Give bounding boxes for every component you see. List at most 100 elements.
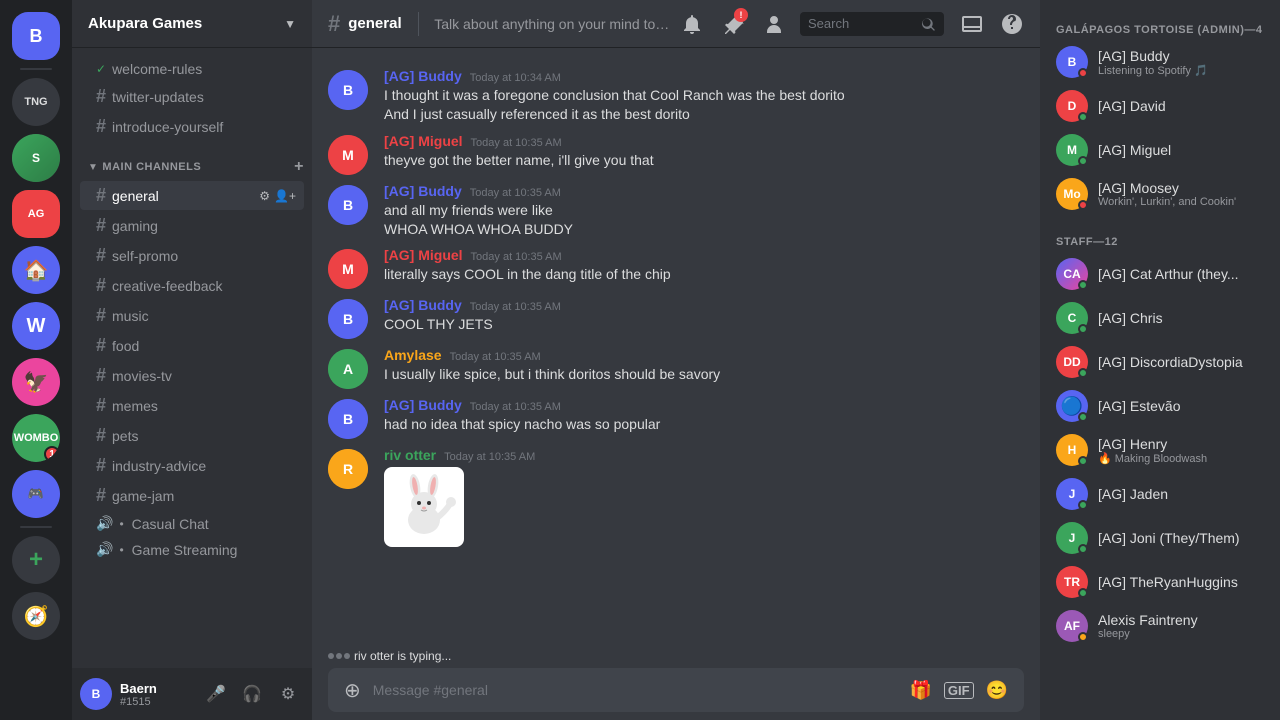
search-bar[interactable]: Search [800,12,944,36]
channel-game-streaming[interactable]: 🔊 • Game Streaming [80,537,304,562]
members-sidebar: GALÁPAGOS TORTOISE (ADMIN)—4 B [AG] Budd… [1040,0,1280,720]
gift-icon[interactable]: 🎁 [909,680,931,701]
message-group-4: M [AG] Miguel Today at 10:35 AM literall… [312,243,1040,293]
member-name-alexis: Alexis Faintreny [1098,612,1264,628]
avatar-amylase: A [328,349,368,389]
microphone-button[interactable]: 🎤 [200,678,232,710]
hash-icon-twitter: # [96,86,106,107]
current-user-name: Baern [120,681,192,696]
sticker-container [384,467,1024,547]
member-chris[interactable]: C [AG] Chris [1048,296,1272,340]
headset-button[interactable]: 🎧 [236,678,268,710]
channel-add-member-icon[interactable]: 👤+ [274,189,296,203]
message-group-7: B [AG] Buddy Today at 10:35 AM had no id… [312,393,1040,443]
author-name-amylase[interactable]: Amylase [384,347,442,363]
member-alexis[interactable]: AF Alexis Faintreny sleepy [1048,604,1272,648]
server-icon-indie[interactable]: 🏠 [12,246,60,294]
member-name-jaden: [AG] Jaden [1098,486,1264,502]
member-avatar-david: D [1056,90,1088,122]
help-icon[interactable] [1000,12,1024,36]
settings-button[interactable]: ⚙ [272,678,304,710]
channel-general[interactable]: # general ⚙ 👤+ [80,181,304,210]
author-name-buddy-1[interactable]: [AG] Buddy [384,68,462,84]
channel-game-jam[interactable]: # game-jam [80,481,304,510]
channel-name-casual: Casual Chat [132,516,296,532]
member-miguel[interactable]: M [AG] Miguel [1048,128,1272,172]
server-icon-wombo[interactable]: WOMBO 1 [12,414,60,462]
server-name-bar[interactable]: Akupara Games ▼ [72,0,312,48]
pin-icon[interactable]: ! [720,12,744,36]
members-icon[interactable] [760,12,784,36]
author-name-miguel-2[interactable]: [AG] Miguel [384,247,463,263]
channel-twitter-updates[interactable]: # twitter-updates [80,82,304,111]
member-david[interactable]: D [AG] David [1048,84,1272,128]
channel-industry-advice[interactable]: # industry-advice [80,451,304,480]
channel-casual-chat[interactable]: 🔊 • Casual Chat [80,511,304,536]
search-icon [920,16,936,32]
notification-icon[interactable] [680,12,704,36]
member-catarthur[interactable]: CA [AG] Cat Arthur (they... [1048,252,1272,296]
server-icon-s7[interactable]: 🦅 [12,358,60,406]
member-jaden[interactable]: J [AG] Jaden [1048,472,1272,516]
channel-memes[interactable]: # memes [80,391,304,420]
author-name-buddy-2[interactable]: [AG] Buddy [384,183,462,199]
add-attachment-icon[interactable]: ⊕ [344,678,361,703]
server-icon-tng[interactable]: TNG [12,78,60,126]
add-server-button[interactable]: + [12,536,60,584]
add-channel-button[interactable]: + [294,158,304,176]
timestamp-4: Today at 10:35 AM [471,251,562,263]
current-user-avatar[interactable]: B [80,678,112,710]
user-area: B Baern #1515 🎤 🎧 ⚙ [72,668,312,720]
hash-icon-gamejam: # [96,485,106,506]
message-header-3: [AG] Buddy Today at 10:35 AM [384,183,1024,199]
avatar-inner-miguel1: M [328,135,368,175]
author-name-miguel-1[interactable]: [AG] Miguel [384,133,463,149]
member-avatar-miguel: M [1056,134,1088,166]
channel-name-twitter: twitter-updates [112,89,296,105]
inbox-icon[interactable] [960,12,984,36]
main-channels-header[interactable]: ▼ MAIN CHANNELS + [72,142,312,180]
member-henry[interactable]: H [AG] Henry 🔥 Making Bloodwash [1048,428,1272,472]
author-name-buddy-3[interactable]: [AG] Buddy [384,297,462,313]
channel-food[interactable]: # food [80,331,304,360]
explore-button[interactable]: 🧭 [12,592,60,640]
server-icon-av[interactable]: 🎮 [12,470,60,518]
header-divider [418,12,419,36]
channel-action-icons: ⚙ 👤+ [259,189,296,203]
channel-music[interactable]: # music [80,301,304,330]
channel-name-gaming: gaming [112,218,296,234]
message-text-4a: literally says COOL in the dang title of… [384,265,1024,284]
hash-icon-pets: # [96,425,106,446]
channel-welcome-rules[interactable]: ✓ welcome-rules [80,57,304,81]
channel-creative-feedback[interactable]: # creative-feedback [80,271,304,300]
server-icon-main[interactable]: B [12,12,60,60]
message-input-box: ⊕ 🎁 GIF 😊 [328,668,1024,712]
message-input[interactable] [373,682,898,698]
emoji-icon[interactable]: 😊 [986,680,1008,701]
member-moosey[interactable]: Mo [AG] Moosey Workin', Lurkin', and Coo… [1048,172,1272,216]
author-name-rivotter[interactable]: riv otter [384,447,436,463]
channel-name-food: food [112,338,296,354]
server-icon-w[interactable]: W [12,302,60,350]
member-discordiadystopia[interactable]: DD [AG] DiscordiaDystopia [1048,340,1272,384]
member-estevao[interactable]: 🔵 [AG] Estevão [1048,384,1272,428]
member-joni[interactable]: J [AG] Joni (They/Them) [1048,516,1272,560]
channel-self-promo[interactable]: # self-promo [80,241,304,270]
speaker-icon-gamestream: 🔊 [96,541,113,558]
channel-pets[interactable]: # pets [80,421,304,450]
gif-icon[interactable]: GIF [944,682,974,699]
server-divider-1 [20,68,52,70]
server-icon-s3[interactable]: S [12,134,60,182]
author-name-buddy-4[interactable]: [AG] Buddy [384,397,462,413]
channel-introduce-yourself[interactable]: # introduce-yourself [80,112,304,141]
channel-settings-icon[interactable]: ⚙ [259,189,270,203]
hash-icon-memes: # [96,395,106,416]
channel-gaming[interactable]: # gaming [80,211,304,240]
channel-movies-tv[interactable]: # movies-tv [80,361,304,390]
message-text-3a: and all my friends were like [384,201,1024,220]
member-ryanhuggins[interactable]: TR [AG] TheRyanHuggins [1048,560,1272,604]
typing-dot-3 [344,653,350,659]
member-buddy[interactable]: B [AG] Buddy Listening to Spotify 🎵 [1048,40,1272,84]
member-info-joni: [AG] Joni (They/Them) [1098,530,1264,546]
server-icon-akupara[interactable]: AG [12,190,60,238]
